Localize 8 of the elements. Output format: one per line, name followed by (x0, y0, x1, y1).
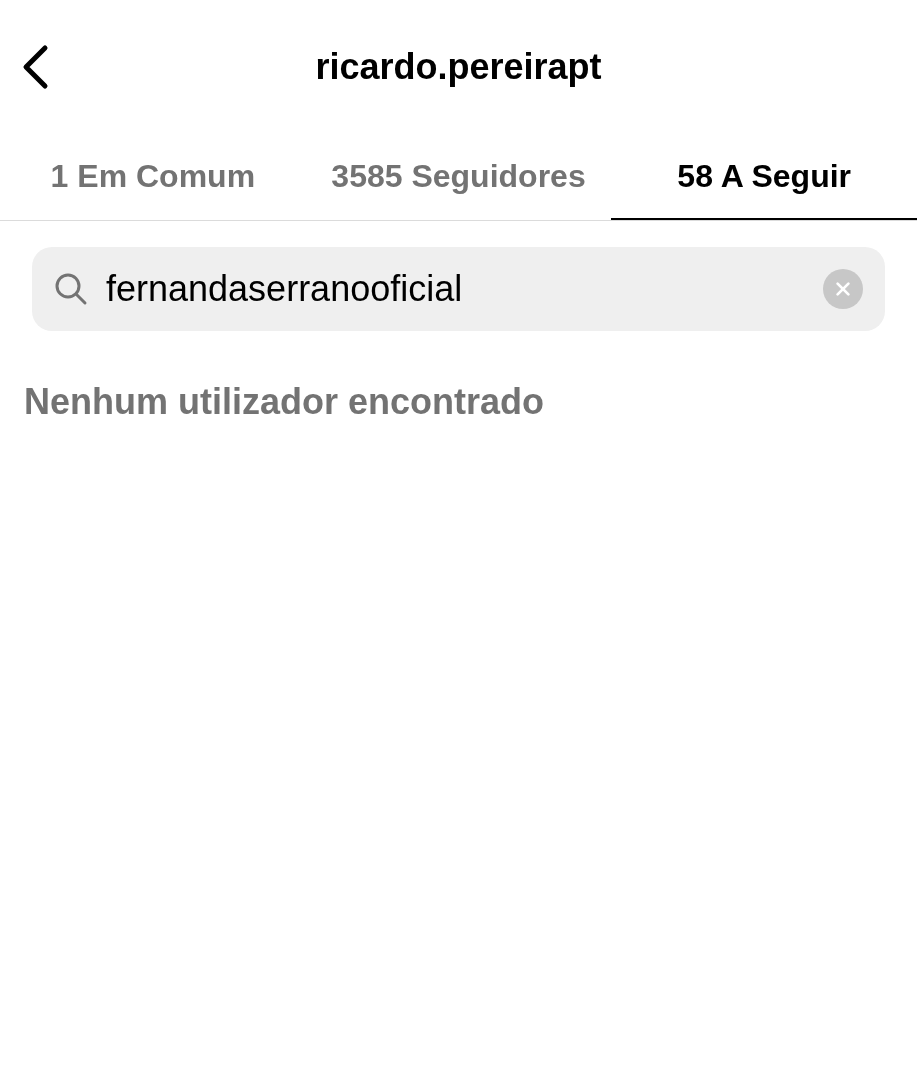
tab[interactable]: 3585 Seguidores (305, 134, 612, 220)
search-field[interactable]: fernandaserranooficial (32, 247, 885, 331)
tab[interactable]: 1 Em Comum (0, 134, 306, 220)
profile-username: ricardo.pereirapt (315, 45, 602, 89)
search-text: fernandaserranooficial (106, 267, 464, 311)
search-icon (54, 272, 88, 306)
tab[interactable]: 58 A Seguir (611, 134, 917, 220)
empty-message: Nenhum utilizador encontrado (24, 381, 544, 422)
